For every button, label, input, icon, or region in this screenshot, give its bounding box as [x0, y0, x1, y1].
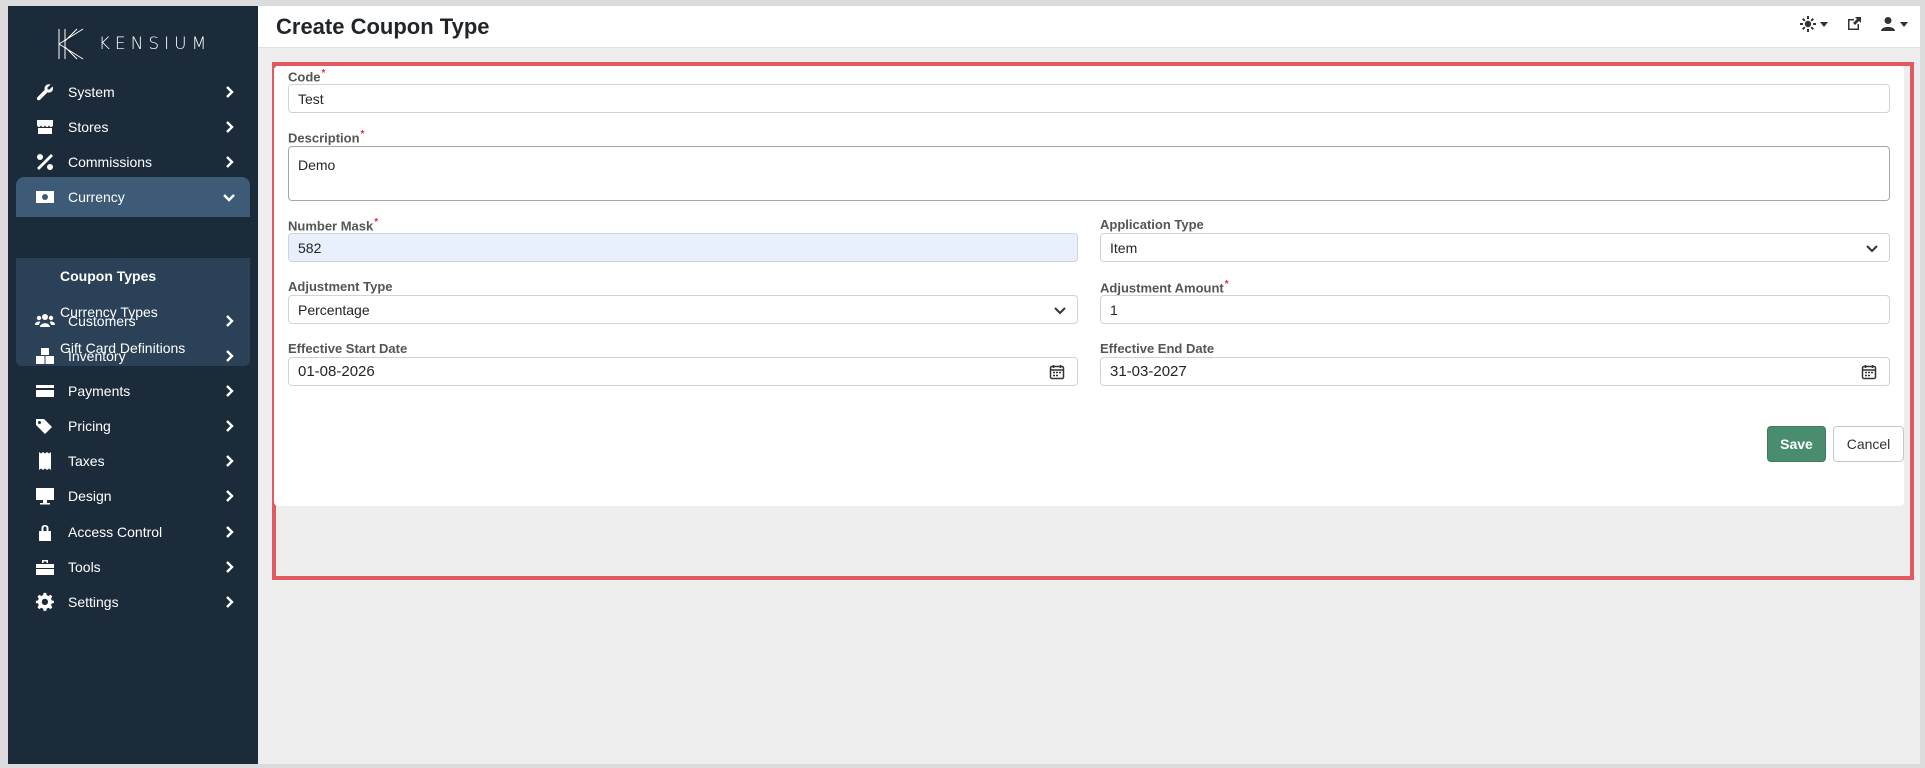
sidebar-item-customers[interactable]: Customers [16, 301, 250, 341]
sidebar-item-label: Payments [68, 383, 131, 399]
page-title: Create Coupon Type [276, 13, 490, 39]
effective-end-date-value: 31-03-2027 [1110, 363, 1187, 380]
chevron-right-icon [222, 314, 236, 328]
user-menu[interactable] [1880, 16, 1908, 32]
top-bar: Create Coupon Type [258, 6, 1920, 48]
kensium-logo[interactable]: KENSIUM [8, 6, 258, 82]
effective-start-date-label: Effective Start Date [288, 341, 408, 356]
wrench-icon [34, 82, 56, 102]
form-card [274, 66, 1904, 506]
external-link-button[interactable] [1846, 16, 1862, 32]
chevron-right-icon [222, 120, 236, 134]
chevron-right-icon [222, 525, 236, 539]
sidebar-item-label: Design [68, 488, 112, 504]
store-icon [34, 117, 56, 137]
sidebar-item-label: Inventory [68, 348, 126, 364]
save-button[interactable]: Save [1767, 426, 1826, 462]
chevron-right-icon [222, 419, 236, 433]
sidebar-item-currency[interactable]: Currency [16, 177, 250, 217]
chevron-down-icon [222, 190, 236, 204]
main-content: Create Coupon Type Code* Test Descriptio… [258, 6, 1920, 764]
adjustment-type-select[interactable]: Percentage [288, 295, 1078, 324]
receipt-icon [34, 451, 56, 471]
adjustment-amount-input[interactable]: 1 [1100, 295, 1890, 324]
sidebar-item-label: Taxes [68, 453, 105, 469]
calendar-icon[interactable] [1049, 364, 1065, 380]
sidebar: KENSIUM System Stores Commissions Curren… [8, 6, 258, 764]
application-type-label: Application Type [1100, 217, 1204, 232]
sidebar-item-label: Stores [68, 119, 109, 135]
chevron-right-icon [222, 85, 236, 99]
theme-menu[interactable] [1800, 16, 1828, 32]
chevron-right-icon [222, 155, 236, 169]
external-link-icon [1848, 17, 1861, 30]
caret-down-icon [1820, 21, 1828, 27]
kensium-logo-icon [58, 28, 83, 60]
credit-card-icon [34, 381, 56, 401]
sidebar-item-commissions[interactable]: Commissions [16, 142, 250, 182]
effective-end-date-input[interactable]: 31-03-2027 [1100, 357, 1890, 386]
application-type-select[interactable]: Item [1100, 233, 1890, 262]
number-mask-label: Number Mask* [288, 217, 379, 234]
sidebar-item-label: System [68, 84, 115, 100]
top-actions [1800, 16, 1908, 32]
sidebar-item-tools[interactable]: Tools [16, 547, 250, 587]
sidebar-item-label: Tools [68, 559, 101, 575]
logo-text: KENSIUM [98, 34, 212, 54]
sidebar-item-label: Customers [68, 313, 136, 329]
boxes-icon [34, 346, 56, 366]
sidebar-item-payments[interactable]: Payments [16, 371, 250, 411]
description-textarea[interactable]: Demo [288, 146, 1890, 201]
chevron-right-icon [222, 595, 236, 609]
cancel-button[interactable]: Cancel [1833, 426, 1904, 462]
sidebar-item-label: Settings [68, 594, 119, 610]
calendar-icon[interactable] [1861, 364, 1877, 380]
chevron-down-icon [1053, 303, 1067, 317]
chevron-right-icon [222, 489, 236, 503]
chevron-down-icon [1865, 241, 1879, 255]
sun-icon [1800, 16, 1816, 32]
sidebar-item-access-control[interactable]: Access Control [16, 512, 250, 552]
caret-down-icon [1900, 21, 1908, 27]
adjustment-amount-label: Adjustment Amount* [1100, 279, 1229, 296]
sidebar-item-settings[interactable]: Settings [16, 582, 250, 622]
effective-start-date-value: 01-08-2026 [298, 363, 375, 380]
sidebar-item-label: Currency [68, 189, 125, 205]
user-icon [1881, 17, 1895, 31]
sidebar-item-label: Commissions [68, 154, 153, 170]
chevron-right-icon [222, 454, 236, 468]
gear-icon [34, 592, 56, 612]
sidebar-item-label: Pricing [68, 418, 111, 434]
effective-start-date-input[interactable]: 01-08-2026 [288, 357, 1078, 386]
sidebar-item-label: Access Control [68, 524, 163, 540]
effective-end-date-label: Effective End Date [1100, 341, 1215, 356]
code-label: Code* [288, 68, 326, 85]
sidebar-item-inventory[interactable]: Inventory [16, 336, 250, 376]
sidebar-item-taxes[interactable]: Taxes [16, 441, 250, 481]
lock-icon [34, 522, 56, 542]
money-icon [34, 187, 56, 207]
number-mask-input[interactable]: 582 [288, 233, 1078, 262]
description-label: Description* [288, 129, 365, 146]
chevron-right-icon [222, 560, 236, 574]
toolbox-icon [34, 557, 56, 577]
adjustment-type-label: Adjustment Type [288, 279, 393, 294]
sidebar-item-system[interactable]: System [16, 72, 250, 112]
chevron-right-icon [222, 384, 236, 398]
sidebar-item-pricing[interactable]: Pricing [16, 406, 250, 446]
users-icon [34, 311, 56, 331]
submenu-item-coupon-types[interactable]: Coupon Types [16, 258, 250, 294]
sidebar-item-stores[interactable]: Stores [16, 107, 250, 147]
tags-icon [34, 416, 56, 436]
adjustment-type-value: Percentage [298, 301, 370, 318]
application-type-value: Item [1110, 239, 1138, 256]
sidebar-item-design[interactable]: Design [16, 476, 250, 516]
chevron-right-icon [222, 349, 236, 363]
monitor-icon [34, 486, 56, 506]
code-input[interactable]: Test [288, 84, 1890, 113]
percent-icon [34, 152, 56, 172]
